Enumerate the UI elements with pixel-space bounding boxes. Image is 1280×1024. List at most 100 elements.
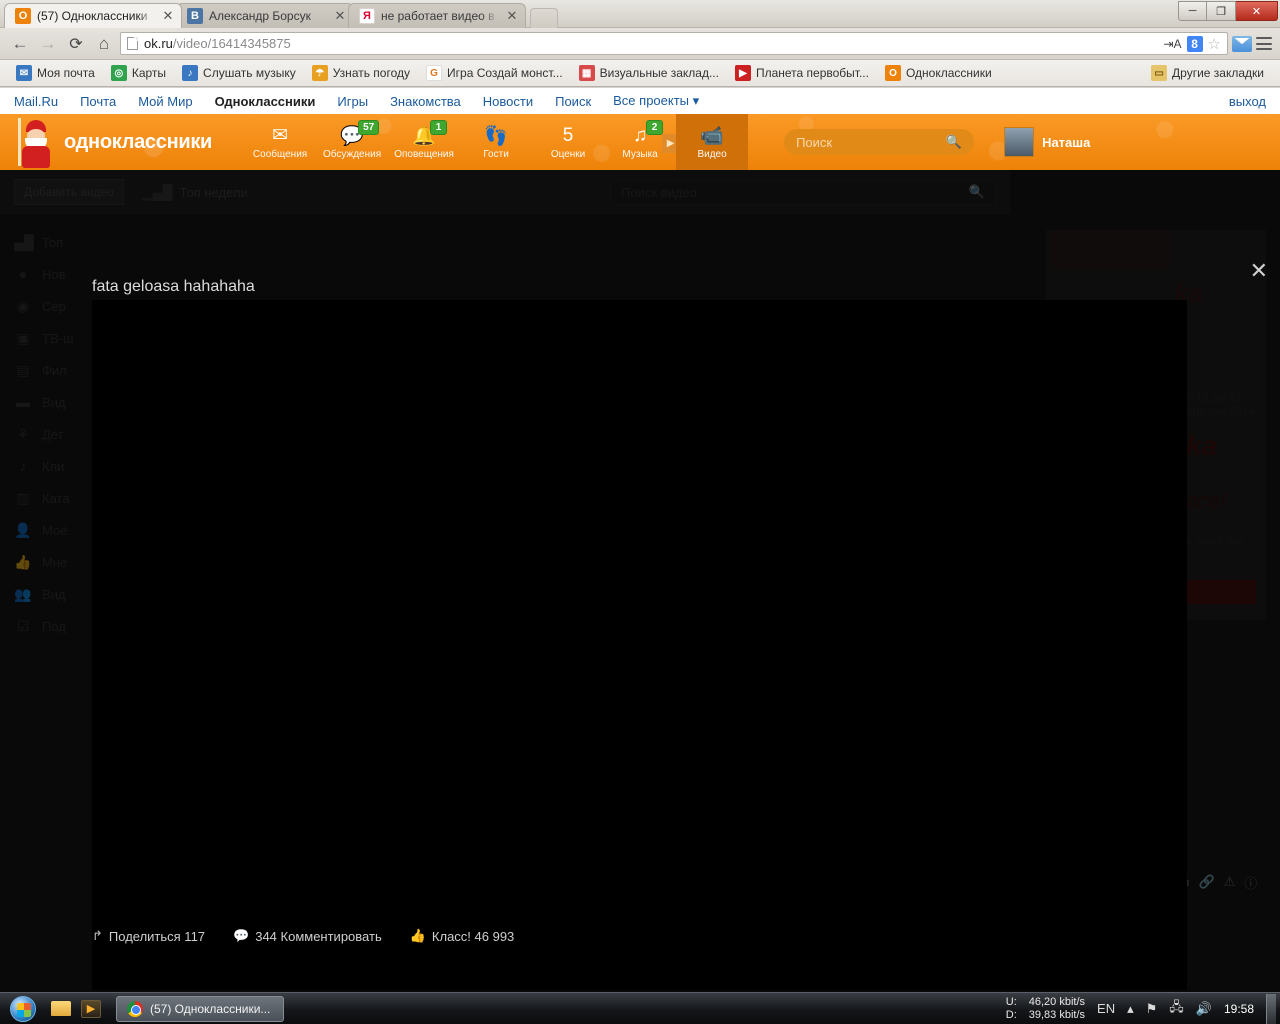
- nav-label: Гости: [483, 148, 509, 160]
- browser-tab-3[interactable]: не работает видео в одно ✕: [348, 3, 526, 28]
- mailru-link-moymir[interactable]: Мой Мир: [138, 94, 192, 109]
- reload-icon[interactable]: ⟳: [64, 32, 88, 56]
- mailru-link-znakomstva[interactable]: Знакомства: [390, 94, 461, 109]
- bookmark-label: Карты: [131, 66, 167, 80]
- nav-item-ratings[interactable]: 5 Оценки: [532, 114, 604, 170]
- ok-search-placeholder: Поиск: [796, 134, 833, 150]
- nav-item-guests[interactable]: 👣 Гости: [460, 114, 532, 170]
- translate-icon[interactable]: ⇥A: [1163, 37, 1181, 51]
- download-value: 39,83 kbit/s: [1028, 1008, 1086, 1021]
- nav-item-music[interactable]: ♫ 2 ▶ Музыка: [604, 114, 680, 170]
- upload-label: U:: [1005, 995, 1017, 1008]
- url-text: ok.ru/video/16414345875: [144, 36, 291, 51]
- mailru-link-poisk[interactable]: Поиск: [555, 94, 591, 109]
- ok-logo[interactable]: одноклассники: [64, 131, 212, 154]
- user-menu[interactable]: Наташа: [1004, 127, 1090, 157]
- bookmark-item[interactable]: O Одноклассники: [877, 63, 1000, 84]
- modal-action-bar: ↱ Поделиться 117 💬 344 Комментировать 👍 …: [92, 928, 514, 944]
- show-hidden-icons-chevron-icon[interactable]: ▴: [1127, 1001, 1134, 1017]
- badge-discussions: 57: [358, 120, 380, 135]
- video-modal-overlay[interactable]: fata geloasa hahahaha ✕ ↱ Поделиться 117…: [0, 170, 1280, 992]
- bookmark-star-icon[interactable]: ☆: [1208, 35, 1221, 53]
- mailru-link-novosti[interactable]: Новости: [483, 94, 533, 109]
- class-button[interactable]: 👍 Класс! 46 993: [410, 928, 515, 944]
- search-icon[interactable]: 🔍: [946, 134, 962, 150]
- bookmark-item[interactable]: ◎ Карты: [103, 63, 174, 84]
- back-icon[interactable]: ←: [8, 32, 32, 56]
- close-icon[interactable]: ✕: [1250, 260, 1268, 282]
- video-camera-icon: 📹: [700, 125, 724, 147]
- language-indicator[interactable]: EN: [1097, 1001, 1115, 1016]
- flag-icon[interactable]: ⚑: [1146, 1001, 1158, 1017]
- home-icon[interactable]: ⌂: [92, 32, 116, 56]
- rating-icon: 5: [562, 124, 574, 146]
- bookmark-item[interactable]: ♪ Слушать музыку: [174, 63, 304, 84]
- start-button[interactable]: [0, 994, 46, 1024]
- vk-icon: [187, 8, 203, 24]
- bookmark-item[interactable]: ▶ Планета первобыт...: [727, 63, 877, 84]
- windows-taskbar: ▶ (57) Одноклассники... U: 46,20 kbit/s …: [0, 992, 1280, 1024]
- close-icon[interactable]: ✕: [505, 9, 519, 23]
- mailru-link-mailru[interactable]: Mail.Ru: [14, 94, 58, 109]
- bookmarks-bar: ✉ Моя почта ◎ Карты ♪ Слушать музыку ☂ Узнат…: [0, 60, 1280, 87]
- ok-search-input[interactable]: Поиск 🔍: [784, 129, 975, 155]
- close-icon[interactable]: ✕: [333, 9, 347, 23]
- omnibox-icons: ⇥A 8 ☆: [1163, 35, 1221, 53]
- mailru-link-igry[interactable]: Игры: [337, 94, 368, 109]
- show-desktop-button[interactable]: [1266, 993, 1276, 1024]
- logout-link[interactable]: выход: [1229, 94, 1266, 109]
- clock[interactable]: 19:58: [1224, 1002, 1254, 1016]
- share-button[interactable]: ↱ Поделиться 117: [92, 928, 205, 944]
- tab-title: (57) Одноклассники: [37, 9, 148, 23]
- hamburger-menu-icon[interactable]: [1256, 37, 1272, 50]
- mail-icon: ✉: [16, 65, 32, 81]
- bookmark-label: Визуальные заклад...: [599, 66, 719, 80]
- mailru-link-all-projects[interactable]: Все проекты ▾: [613, 93, 699, 109]
- bookmark-item[interactable]: G Игра Создай монст...: [418, 63, 571, 84]
- windows-start-orb-icon: [10, 995, 36, 1022]
- mailru-link-pochta[interactable]: Почта: [80, 94, 116, 109]
- address-bar[interactable]: ok.ru/video/16414345875 ⇥A 8 ☆: [120, 32, 1228, 55]
- nav-label: Обсуждения: [323, 148, 382, 160]
- ok-icon: [15, 8, 31, 24]
- nav-item-messages[interactable]: ✉ Сообщения: [244, 114, 316, 170]
- bookmark-item[interactable]: ☂ Узнать погоду: [304, 63, 418, 84]
- nav-item-discussions[interactable]: 💬 57 Обсуждения: [316, 114, 388, 170]
- network-icon[interactable]: 🖧: [1169, 998, 1184, 1020]
- tab-title: Александр Борсук: [209, 9, 311, 23]
- visual-bookmarks-icon: ▦: [578, 65, 595, 81]
- forward-icon[interactable]: →: [36, 32, 60, 56]
- explorer-icon[interactable]: [46, 996, 76, 1022]
- music-note-icon: ♫: [632, 124, 648, 146]
- taskbar-item-chrome[interactable]: (57) Одноклассники...: [116, 995, 284, 1022]
- google-pagerank-icon[interactable]: 8: [1186, 35, 1203, 52]
- avatar[interactable]: [1004, 127, 1035, 157]
- mailru-link-odnoklassniki[interactable]: Одноклассники: [215, 94, 316, 109]
- comment-button[interactable]: 💬 344 Комментировать: [233, 928, 382, 944]
- nav-item-notifications[interactable]: 🔔 1 Оповещения: [388, 114, 460, 170]
- volume-icon[interactable]: 🔊: [1196, 1001, 1212, 1017]
- nav-label: Музыка: [622, 148, 658, 160]
- badge-music: 2: [646, 120, 664, 135]
- maximize-button[interactable]: ❐: [1207, 1, 1236, 21]
- footprints-icon: 👣: [484, 125, 508, 147]
- video-player[interactable]: [92, 300, 1187, 990]
- browser-tab-1[interactable]: (57) Одноклассники ✕: [4, 3, 182, 28]
- bookmark-item[interactable]: ▦ Визуальные заклад...: [571, 63, 727, 84]
- share-icon: ↱: [92, 928, 103, 943]
- bookmark-label: Игра Создай монст...: [447, 66, 563, 80]
- download-label: D:: [1005, 1008, 1017, 1021]
- media-player-icon[interactable]: ▶: [76, 996, 106, 1022]
- other-bookmarks-button[interactable]: ▭ Другие закладки: [1143, 63, 1272, 84]
- nav-item-video[interactable]: 📹 Видео: [676, 114, 749, 170]
- minimize-button[interactable]: ─: [1178, 1, 1207, 21]
- mail-icon[interactable]: [1232, 35, 1252, 52]
- network-speed-widget[interactable]: U: 46,20 kbit/s D: 39,83 kbit/s: [1006, 996, 1085, 1022]
- browser-tab-2[interactable]: Александр Борсук ✕: [176, 3, 354, 28]
- ok-header: одноклассники ✉ Сообщения 💬 57 Обсуждени…: [0, 114, 1280, 170]
- url-path: /video/16414345875: [172, 36, 291, 51]
- close-window-button[interactable]: ✕: [1236, 1, 1278, 21]
- bookmark-item[interactable]: ✉ Моя почта: [8, 63, 103, 84]
- close-icon[interactable]: ✕: [161, 9, 175, 23]
- new-tab-button[interactable]: [530, 8, 558, 28]
